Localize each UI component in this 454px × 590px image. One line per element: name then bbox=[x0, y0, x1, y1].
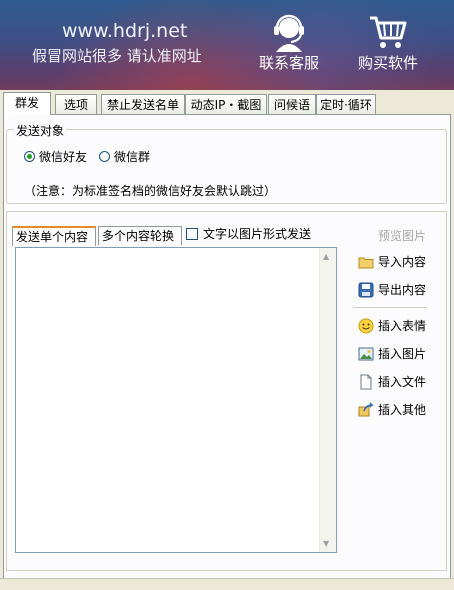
insert-file-label: 插入文件 bbox=[378, 375, 427, 389]
insert-emoji-button[interactable]: 插入表情 bbox=[358, 317, 426, 334]
import-content-label: 导入内容 bbox=[378, 255, 427, 269]
radio-wechat-groups-label[interactable]: 微信群 bbox=[114, 148, 150, 165]
preview-image-button[interactable]: 预览图片 bbox=[378, 227, 426, 244]
tab-options[interactable]: 选项 bbox=[55, 94, 97, 114]
file-icon bbox=[360, 374, 372, 389]
send-target-options: 微信好友 微信群 bbox=[24, 148, 162, 165]
smiley-icon bbox=[358, 318, 374, 333]
contact-service-label: 联系客服 bbox=[258, 54, 319, 72]
text-as-image-option: 文字以图片形式发送 bbox=[186, 225, 311, 242]
share-icon bbox=[358, 401, 374, 416]
sidebar-divider bbox=[353, 307, 427, 308]
import-content-button[interactable]: 导入内容 bbox=[358, 253, 426, 270]
tab-mass-send[interactable]: 群发 bbox=[3, 92, 51, 115]
insert-file-button[interactable]: 插入文件 bbox=[358, 373, 426, 390]
text-as-image-checkbox[interactable] bbox=[186, 227, 198, 240]
radio-wechat-groups[interactable] bbox=[99, 151, 111, 162]
tab-blocklist[interactable]: 禁止发送名单 bbox=[101, 94, 185, 114]
insert-other-label: 插入其他 bbox=[378, 403, 427, 417]
editor-scrollbar[interactable]: ▲ ▼ bbox=[319, 248, 336, 552]
cart-icon bbox=[370, 16, 407, 48]
text-as-image-label[interactable]: 文字以图片形式发送 bbox=[203, 225, 311, 242]
content-editor[interactable]: ▲ ▼ bbox=[15, 247, 337, 553]
radio-wechat-friends[interactable] bbox=[24, 151, 35, 162]
site-url: www.hdrj.net bbox=[62, 20, 188, 42]
subtab-multi-content[interactable]: 多个内容轮换 bbox=[98, 226, 182, 245]
insert-image-label: 插入图片 bbox=[378, 347, 427, 361]
headset-icon bbox=[274, 14, 304, 52]
site-warning: 假冒网站很多 请认准网址 bbox=[32, 47, 202, 65]
subtab-single-content[interactable]: 发送单个内容 bbox=[12, 226, 96, 246]
scroll-down-arrow-icon[interactable]: ▼ bbox=[323, 539, 329, 548]
image-icon bbox=[358, 347, 374, 360]
insert-other-button[interactable]: 插入其他 bbox=[358, 401, 426, 418]
insert-image-button[interactable]: 插入图片 bbox=[358, 345, 426, 362]
tab-schedule-loop[interactable]: 定时·循环 bbox=[316, 94, 376, 114]
export-content-button[interactable]: 导出内容 bbox=[358, 281, 426, 298]
tab-dynamic-ip-screenshot[interactable]: 动态IP・截图 bbox=[185, 94, 267, 114]
buy-software-button[interactable]: 购买软件 bbox=[343, 10, 433, 80]
bottom-divider bbox=[0, 578, 454, 579]
folder-icon bbox=[358, 257, 374, 268]
radio-wechat-friends-label[interactable]: 微信好友 bbox=[39, 148, 87, 165]
tab-greeting[interactable]: 问候语 bbox=[268, 94, 316, 114]
buy-software-label: 购买软件 bbox=[357, 54, 418, 72]
scroll-up-arrow-icon[interactable]: ▲ bbox=[323, 252, 329, 261]
save-icon bbox=[358, 282, 374, 297]
contact-service-button[interactable]: 联系客服 bbox=[244, 10, 334, 80]
header-banner: www.hdrj.net 假冒网站很多 请认准网址 联系客服 购买软件 bbox=[0, 0, 454, 90]
send-target-note: （注意：为标准签名档的微信好友会默认跳过） bbox=[24, 184, 277, 198]
export-content-label: 导出内容 bbox=[378, 283, 427, 297]
insert-emoji-label: 插入表情 bbox=[378, 319, 427, 333]
send-target-title: 发送对象 bbox=[14, 122, 67, 139]
